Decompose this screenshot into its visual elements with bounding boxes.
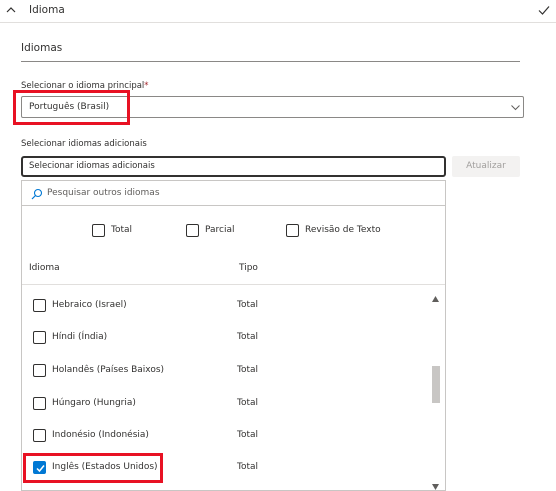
checkmark-icon [538, 6, 550, 15]
row-language: Holandês (Países Baixos) [52, 365, 165, 375]
filter-revisao-label: Revisão de Texto [305, 225, 381, 235]
section-title: Idiomas [21, 42, 63, 54]
search-icon [31, 188, 43, 200]
filter-total-checkbox[interactable] [92, 224, 105, 237]
filter-parcial-label: Parcial [205, 225, 235, 235]
row-checkbox[interactable] [33, 429, 46, 442]
section-divider [21, 61, 520, 62]
required-marker: * [144, 81, 149, 91]
section-header-title: Idioma [29, 4, 65, 16]
scrollbar-thumb[interactable] [432, 366, 440, 403]
chevron-down-icon [511, 105, 520, 111]
filter-total-label: Total [111, 225, 133, 235]
chevron-up-icon[interactable] [5, 4, 17, 16]
row-checkbox[interactable] [33, 397, 46, 410]
search-divider [22, 205, 445, 206]
row-type: Total [237, 300, 259, 310]
column-header-divider [22, 284, 445, 285]
section-header[interactable]: Idioma [0, 0, 556, 23]
row-checkbox[interactable] [33, 364, 46, 377]
row-language: Indonésio (Indonésia) [52, 430, 149, 440]
row-type: Total [237, 398, 259, 408]
search-input[interactable]: Pesquisar outros idiomas [47, 188, 160, 198]
row-type: Total [237, 332, 259, 342]
row-type: Total [237, 462, 259, 472]
scroll-up-icon[interactable] [432, 296, 439, 302]
additional-languages-label: Selecionar idiomas adicionais [21, 139, 147, 149]
additional-languages-value: Selecionar idiomas adicionais [29, 161, 155, 171]
row-language: Híndi (Índia) [52, 332, 108, 342]
additional-languages-combobox[interactable]: Selecionar idiomas adicionais [21, 156, 446, 177]
highlight-primary-language [13, 90, 130, 125]
column-header-language[interactable]: Idioma [29, 263, 60, 273]
row-type: Total [237, 365, 259, 375]
row-checkbox[interactable] [33, 299, 46, 312]
row-checkbox[interactable] [33, 331, 46, 344]
filter-parcial-checkbox[interactable] [186, 224, 199, 237]
highlight-selected-language [23, 453, 163, 483]
row-language: Húngaro (Hungria) [52, 398, 136, 408]
column-header-type[interactable]: Tipo [239, 263, 258, 273]
scroll-down-icon[interactable] [432, 484, 439, 490]
update-button[interactable]: Atualizar [452, 156, 520, 177]
filter-revisao-checkbox[interactable] [286, 224, 299, 237]
row-type: Total [237, 430, 259, 440]
row-language: Hebraico (Israel) [52, 300, 127, 310]
